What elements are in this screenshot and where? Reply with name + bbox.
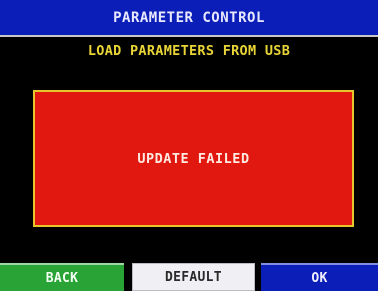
ok-button[interactable]: OK	[261, 263, 378, 291]
back-button[interactable]: BACK	[0, 263, 124, 291]
screen-title: PARAMETER CONTROL	[113, 9, 265, 26]
screen-subtitle: LOAD PARAMETERS FROM USB	[87, 43, 291, 59]
title-bar: PARAMETER CONTROL	[0, 0, 378, 37]
button-bar: BACK DEFAULT OK	[0, 263, 378, 291]
status-panel: UPDATE FAILED	[33, 90, 354, 227]
status-message: UPDATE FAILED	[137, 150, 250, 167]
hmi-screen: PARAMETER CONTROL LOAD PARAMETERS FROM U…	[0, 0, 378, 291]
default-button[interactable]: DEFAULT	[132, 263, 255, 291]
